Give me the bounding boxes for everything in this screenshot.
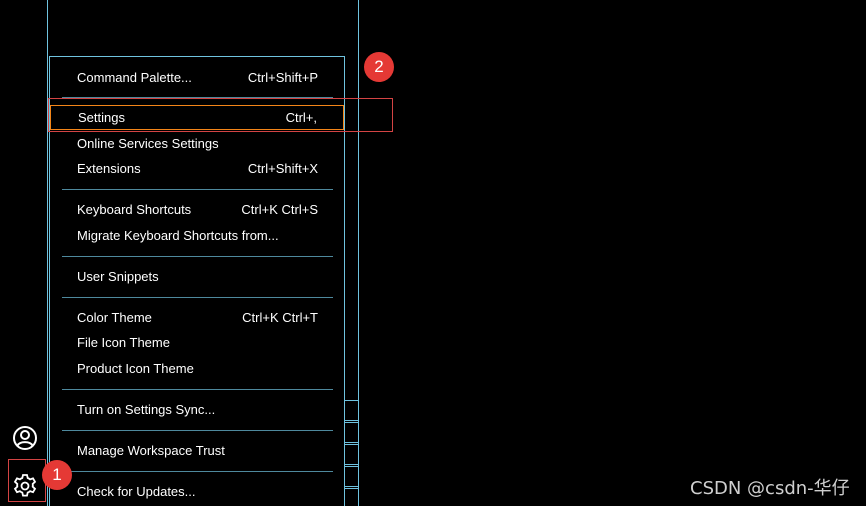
menu-separator [62,189,333,190]
menu-item-label: Color Theme [77,310,152,325]
menu-item-label: Migrate Keyboard Shortcuts from... [77,228,279,243]
menu-item-manage-workspace-trust[interactable]: Manage Workspace Trust [50,438,344,463]
sidebar-row-marker [344,400,359,421]
menu-separator [62,430,333,431]
menu-item-check-for-updates[interactable]: Check for Updates... [50,479,344,504]
menu-item-product-icon-theme[interactable]: Product Icon Theme [50,356,344,381]
menu-item-label: Check for Updates... [77,484,196,499]
menu-item-settings-sync[interactable]: Turn on Settings Sync... [50,397,344,422]
menu-item-label: User Snippets [77,269,159,284]
menu-item-extensions[interactable]: Extensions Ctrl+Shift+X [50,156,344,181]
annotation-badge-1: 1 [42,460,72,490]
menu-item-shortcut: Ctrl+Shift+P [247,70,318,85]
menu-item-shortcut: Ctrl+K Ctrl+S [241,202,318,217]
menu-item-keyboard-shortcuts[interactable]: Keyboard Shortcuts Ctrl+K Ctrl+S [50,197,344,222]
menu-item-command-palette[interactable]: Command Palette... Ctrl+Shift+P [50,65,344,90]
sidebar-row-marker [344,422,359,443]
menu-separator [62,389,333,390]
menu-item-shortcut: Ctrl+Shift+X [247,161,318,176]
annotation-badge-2: 2 [364,52,394,82]
menu-item-file-icon-theme[interactable]: File Icon Theme [50,330,344,355]
menu-item-label: Turn on Settings Sync... [77,402,216,417]
account-icon[interactable] [12,425,38,451]
menu-separator [62,471,333,472]
sidebar-row-marker [344,488,359,506]
menu-item-label: Command Palette... [77,70,192,85]
gear-icon[interactable] [11,472,39,500]
menu-item-label: Keyboard Shortcuts [77,202,192,217]
watermark: CSDN @csdn-华仔 [690,478,850,499]
sidebar-row-marker [344,444,359,465]
menu-item-label: Manage Workspace Trust [77,443,225,458]
menu-item-migrate-keyboard-shortcuts[interactable]: Migrate Keyboard Shortcuts from... [50,223,344,248]
settings-highlight-box [48,98,393,132]
menu-item-user-snippets[interactable]: User Snippets [50,264,344,289]
sidebar-row-marker [344,466,359,487]
menu-separator [62,256,333,257]
menu-item-color-theme[interactable]: Color Theme Ctrl+K Ctrl+T [50,305,344,330]
menu-item-label: Product Icon Theme [77,361,194,376]
menu-item-label: File Icon Theme [77,335,170,350]
menu-item-label: Online Services Settings [77,136,219,151]
vscode-window: Command Palette... Ctrl+Shift+P Settings… [0,0,866,506]
menu-item-shortcut: Ctrl+K Ctrl+T [242,310,318,325]
menu-separator [62,297,333,298]
menu-item-label: Extensions [77,161,141,176]
menu-item-online-services-settings[interactable]: Online Services Settings [50,131,344,156]
